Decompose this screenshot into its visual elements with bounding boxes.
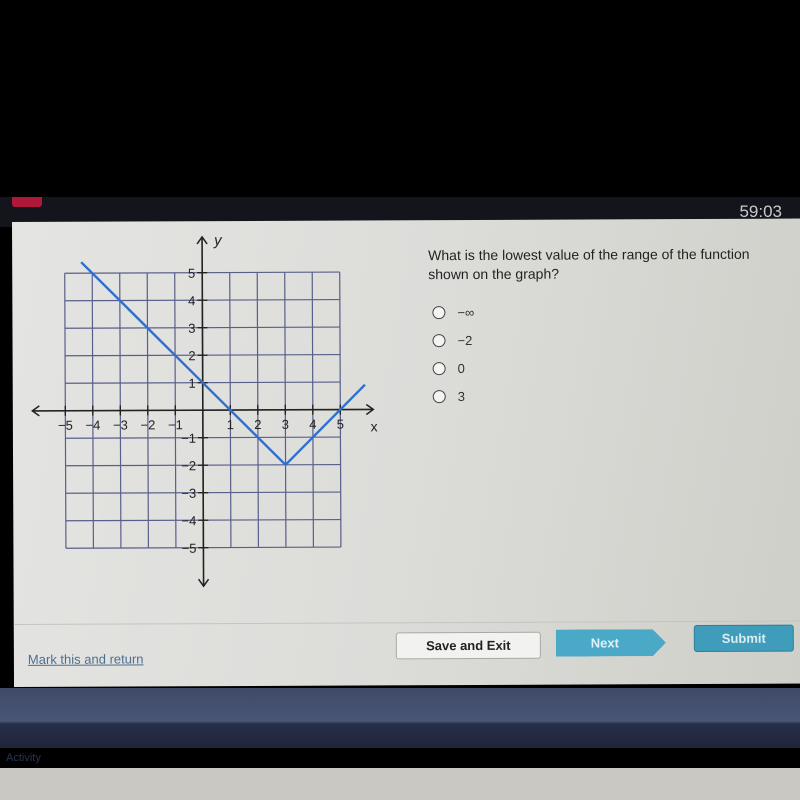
y-tick-label: 1	[188, 376, 195, 391]
y-tick-label: −2	[181, 458, 196, 473]
answer-options: −∞ −2 0 3	[432, 298, 474, 410]
submit-button[interactable]: Submit	[693, 624, 794, 653]
option-3[interactable]: 3	[432, 382, 475, 410]
function-line	[80, 261, 366, 467]
option-0[interactable]: 0	[432, 354, 475, 382]
mark-and-return-link[interactable]: Mark this and return	[28, 651, 144, 667]
radio-button[interactable]	[432, 361, 446, 375]
function-graph: −5 −4 −3 −2 −1 1 2 3 4 5 −5 −4 −3 −2 −1 1 2 3 4 5 x y	[30, 232, 392, 606]
x-axis-label: x	[371, 418, 378, 434]
x-tick-label: −3	[113, 417, 128, 432]
question-text: What is the lowest value of the range of…	[428, 245, 750, 283]
option-neg-infinity[interactable]: −∞	[432, 298, 474, 326]
radio-button[interactable]	[432, 305, 446, 319]
x-tick-label: −4	[85, 418, 100, 433]
x-tick-label: 4	[309, 417, 316, 432]
x-tick-label: 3	[282, 417, 289, 432]
footer-divider	[13, 620, 800, 625]
activity-label: Activity	[6, 752, 41, 764]
y-axis-label: y	[213, 234, 223, 249]
y-tick-label: 3	[188, 321, 195, 336]
x-tick-label: −2	[140, 417, 155, 432]
option-label: 0	[457, 360, 465, 376]
question-panel: −5 −4 −3 −2 −1 1 2 3 4 5 −5 −4 −3 −2 −1 1 2 3 4 5 x y What is…	[12, 218, 800, 687]
option-label: −∞	[457, 304, 475, 320]
graph-svg: −5 −4 −3 −2 −1 1 2 3 4 5−5−4−3−2−112345xy	[31, 232, 378, 588]
y-tick-label: −5	[182, 541, 197, 556]
save-and-exit-button[interactable]: Save and Exit	[395, 631, 541, 660]
option-neg-2[interactable]: −2	[432, 326, 474, 354]
option-label: 3	[457, 388, 466, 404]
y-tick-label: 4	[188, 293, 195, 308]
y-tick-label: −3	[181, 486, 196, 501]
brand-tab	[12, 197, 42, 207]
y-tick-label: 5	[188, 266, 195, 281]
y-axis	[201, 236, 205, 587]
x-tick-label: 1	[227, 417, 234, 432]
screen-bezel	[0, 768, 800, 800]
y-tick-label: −1	[181, 431, 196, 446]
option-label: −2	[457, 332, 473, 348]
radio-button[interactable]	[432, 389, 446, 403]
x-tick-label: −5	[58, 418, 73, 433]
y-tick-label: −4	[181, 513, 196, 528]
y-tick-label: 2	[188, 348, 195, 363]
next-button[interactable]: Next	[556, 629, 666, 656]
x-tick-label: 5	[337, 417, 344, 432]
taskbar	[0, 688, 800, 748]
radio-button[interactable]	[432, 333, 446, 347]
x-tick-label: 2	[254, 417, 261, 432]
